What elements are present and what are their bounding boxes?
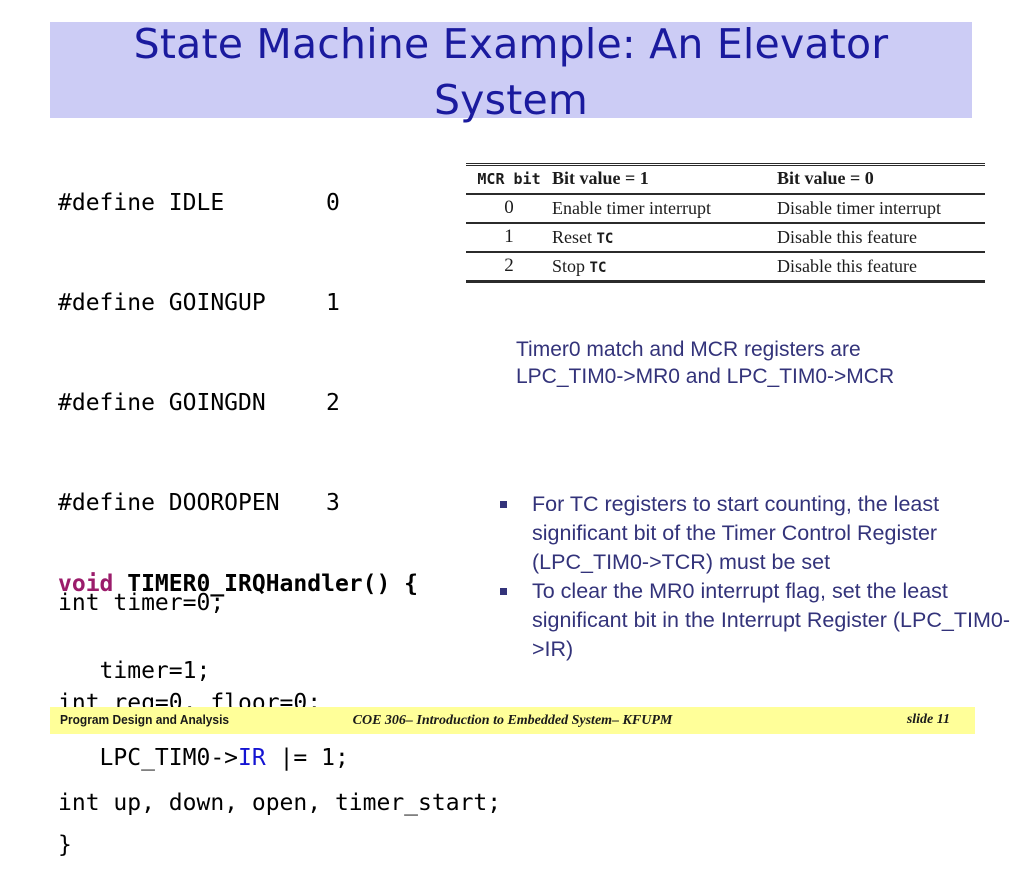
define-value: 0 — [326, 190, 340, 216]
notes-bullet-list: For TC registers to start counting, the … — [498, 490, 1010, 664]
define-directive: #define GOINGUP — [58, 290, 266, 316]
bullet-square-icon — [500, 588, 507, 595]
code-line: void TIMER0_IRQHandler() { — [58, 567, 418, 602]
function-signature: TIMER0_IRQHandler() { — [113, 571, 419, 597]
cell-bit-value-0: Disable this feature — [777, 226, 917, 247]
cell-text: Reset — [552, 226, 597, 247]
code-line: #define GOINGUP 1 — [58, 285, 501, 333]
define-directive: #define IDLE — [58, 190, 225, 216]
register-ir: IR — [238, 745, 266, 771]
define-value: 1 — [326, 290, 340, 316]
table-row: 0 Enable timer interrupt Disable timer i… — [466, 194, 985, 223]
cell-mcr-bit: 0 — [504, 197, 514, 218]
column-header-mcr-bit: MCR bit — [466, 164, 552, 195]
column-header-bit-value-0: Bit value = 0 — [777, 164, 985, 195]
list-item: For TC registers to start counting, the … — [498, 490, 1010, 577]
cell-mono-tc: TC — [596, 230, 614, 247]
cell-bit-value-1: Enable timer interrupt — [552, 197, 711, 218]
cell-mono-tc: TC — [589, 259, 607, 276]
code-line: timer=1; — [58, 658, 211, 684]
cell-bit-value-0: Disable this feature — [777, 255, 917, 276]
mcr-bit-table: MCR bit Bit value = 1 Bit value = 0 0 En… — [466, 163, 985, 283]
footer-slide-number: slide 11 — [906, 712, 950, 727]
code-block-irq-handler: void TIMER0_IRQHandler() { timer=1; LPC_… — [58, 515, 418, 889]
define-directive: #define GOINGDN — [58, 390, 266, 416]
cell-mcr-bit: 1 — [504, 226, 514, 247]
register-access-suffix: |= 1; — [265, 745, 349, 771]
table-row: 2 Stop TC Disable this feature — [466, 252, 985, 282]
cell-bit-value-0: Disable timer interrupt — [777, 197, 941, 218]
keyword-void: void — [58, 571, 114, 597]
table-row: 1 Reset TC Disable this feature — [466, 223, 985, 252]
cell-text: Stop — [552, 255, 590, 276]
code-line: LPC_TIM0->IR |= 1; — [58, 741, 418, 776]
page-title: State Machine Example: An Elevator Syste… — [133, 20, 889, 124]
code-line: #define IDLE 0 — [58, 185, 501, 233]
define-value: 3 — [326, 490, 340, 516]
cell-mcr-bit: 2 — [504, 255, 514, 276]
cell-bit-value-1: Stop TC — [552, 252, 777, 282]
column-header-bit-value-1: Bit value = 1 — [552, 164, 777, 195]
bullet-square-icon — [500, 501, 507, 508]
table-note: Timer0 match and MCR registers are LPC_T… — [516, 338, 895, 388]
list-item-label: To clear the MR0 interrupt flag, set the… — [532, 579, 1010, 661]
list-item-label: For TC registers to start counting, the … — [532, 492, 940, 574]
table-header-row: MCR bit Bit value = 1 Bit value = 0 — [466, 164, 985, 195]
define-value: 2 — [326, 390, 340, 416]
cell-bit-value-1: Reset TC — [552, 223, 777, 252]
code-line: } — [58, 832, 72, 858]
list-item: To clear the MR0 interrupt flag, set the… — [498, 577, 1010, 664]
register-access-prefix: LPC_TIM0-> — [58, 745, 239, 771]
code-line: #define GOINGDN 2 — [58, 385, 501, 433]
